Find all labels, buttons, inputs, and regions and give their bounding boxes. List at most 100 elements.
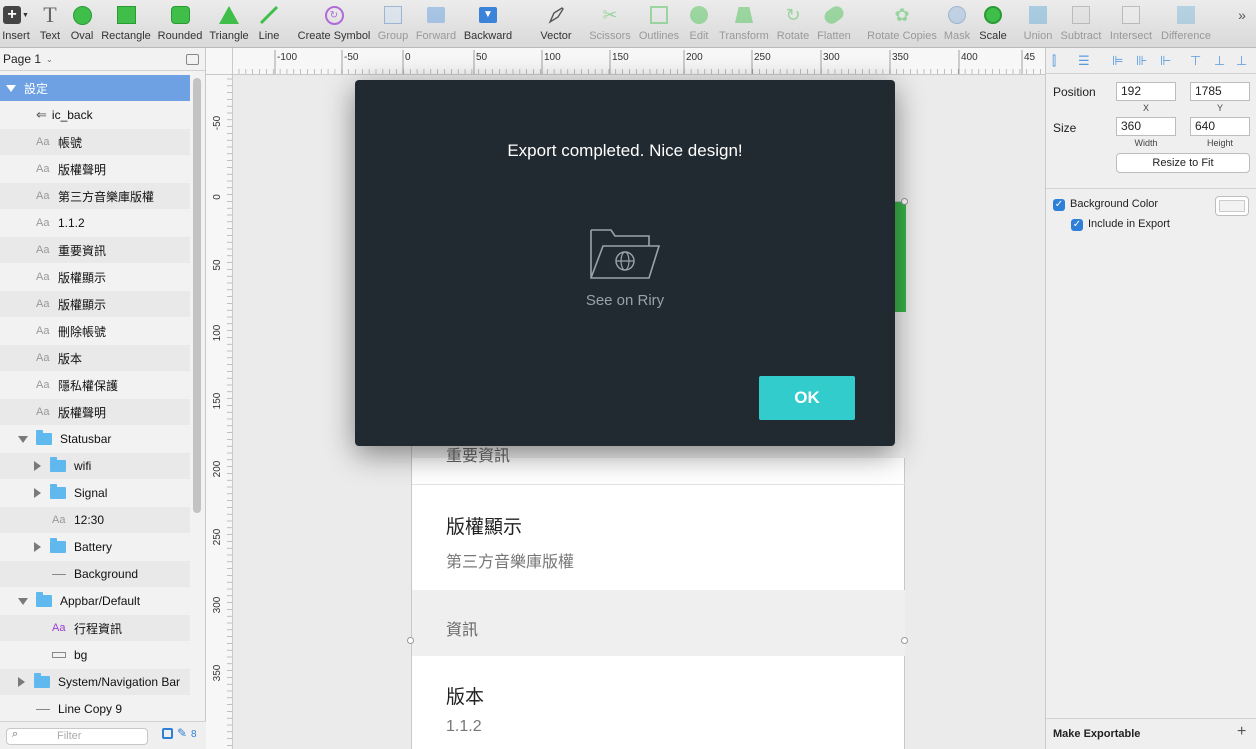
forward-tool[interactable]: Forward [415,0,457,48]
layer-row[interactable]: Aa 12:30 [0,507,190,533]
edited-icon[interactable]: ✎ [177,726,187,740]
flatten-icon [821,3,847,27]
layer-row[interactable]: Aa 版權顯示 [0,291,190,317]
vertical-ruler[interactable]: -50 0 50 100 150 200 250 300 350 [206,75,233,749]
x-input[interactable]: 192 [1116,82,1176,101]
align-bottom-icon[interactable]: ⊥ [1236,53,1247,69]
layer-row[interactable]: Signal [0,480,190,506]
layer-row[interactable]: Aa 重要資訊 [0,237,190,263]
symbols-icon[interactable] [162,728,173,739]
scissors-tool[interactable]: ✂ Scissors [588,0,632,48]
layer-row[interactable]: Aa 版權聲明 [0,156,190,182]
include-in-export-checkbox[interactable]: ✓ [1071,219,1083,231]
rounded-tool[interactable]: Rounded [158,0,202,48]
page-selector[interactable]: Page 1 ⌄ [0,48,205,71]
layer-row[interactable]: wifi [0,453,190,479]
ruler-corner [206,48,233,75]
align-left-icon[interactable]: ⫿ [1052,53,1056,69]
disclosure-icon[interactable] [18,677,25,687]
selection-handle[interactable] [901,198,908,205]
background-color-well[interactable] [1215,196,1249,216]
layer-row[interactable]: Aa 版權顯示 [0,264,190,290]
rotate-tool[interactable]: ↻ Rotate [775,0,811,48]
layers-scrollbar[interactable] [193,78,201,513]
layer-row[interactable]: Battery [0,534,190,560]
triangle-tool[interactable]: Triangle [209,0,249,48]
disclosure-icon[interactable] [34,461,41,471]
layer-row[interactable]: Aa 帳號 [0,129,190,155]
rotate-label: Rotate [776,30,810,42]
disclosure-icon[interactable] [34,488,41,498]
layer-label: 1.1.2 [58,216,85,230]
disclosure-icon[interactable] [18,597,28,605]
transform-tool[interactable]: Transform [718,0,770,48]
difference-tool[interactable]: Difference [1159,0,1213,48]
vector-tool[interactable]: Vector [538,0,574,48]
resize-to-fit-button[interactable]: Resize to Fit [1116,153,1250,173]
layer-row[interactable]: Aa 隱私權保護 [0,372,190,398]
rotate-copies-tool[interactable]: ✿ Rotate Copies [867,0,937,48]
selection-handle[interactable] [901,637,908,644]
add-export-icon[interactable]: + [1237,723,1246,741]
height-input[interactable]: 640 [1190,117,1250,136]
layer-row[interactable]: ⇐ ic_back [0,102,190,128]
flatten-tool[interactable]: Flatten [816,0,852,48]
align-right-icon[interactable]: ⊩ [1160,53,1171,69]
distribute-icon[interactable]: ☰ [1078,53,1090,69]
scale-tool[interactable]: Scale [977,0,1009,48]
union-tool[interactable]: Union [1021,0,1055,48]
layer-row[interactable]: System/Navigation Bar [0,669,190,695]
align-left-edge-icon[interactable]: ⊫ [1112,53,1123,69]
oval-tool[interactable]: Oval [68,0,96,48]
triangle-icon [219,6,239,24]
layer-row[interactable]: Aa 版權聲明 [0,399,190,425]
insert-tool[interactable]: + ▼ Insert [0,0,32,48]
layer-row[interactable]: Aa 行程資訊 [0,615,190,641]
backward-label: Backward [463,30,513,42]
more-tools-button[interactable]: » [1232,0,1252,48]
align-middle-icon[interactable]: ⊥ [1214,53,1225,69]
align-center-icon[interactable]: ⊪ [1136,53,1147,69]
layer-row[interactable]: Aa 1.1.2 [0,210,190,236]
intersect-tool[interactable]: Intersect [1108,0,1154,48]
disclosure-icon[interactable] [34,542,41,552]
row-subtitle: 1.1.2 [446,718,482,735]
outlines-tool[interactable]: Outlines [637,0,681,48]
page-list-icon[interactable] [186,54,199,65]
see-on-riry-link[interactable]: See on Riry [355,292,895,309]
selection-handle[interactable] [407,637,414,644]
filter-input[interactable]: Filter [6,728,148,745]
align-top-icon[interactable]: ⊤ [1190,53,1201,69]
layer-row[interactable]: Aa 版本 [0,345,190,371]
layer-row[interactable]: Line Copy 9 [0,696,190,722]
ok-button[interactable]: OK [759,376,855,420]
layer-row[interactable]: Aa 第三方音樂庫版權 [0,183,190,209]
disclosure-icon[interactable] [6,84,16,92]
make-exportable-label[interactable]: Make Exportable [1053,728,1140,740]
layer-row[interactable]: Background [0,561,190,587]
ruler-label: 150 [612,52,629,63]
rounded-rect-icon [170,6,190,24]
width-input[interactable]: 360 [1116,117,1176,136]
layer-row[interactable]: bg [0,642,190,668]
background-color-checkbox[interactable]: ✓ [1053,199,1065,211]
rotate-copies-label: Rotate Copies [867,30,937,42]
subtract-tool[interactable]: Subtract [1059,0,1103,48]
horizontal-ruler[interactable]: -100 -50 0 50 100 150 200 250 300 350 400 45 [233,48,1045,75]
create-symbol-tool[interactable]: ↻ Create Symbol [298,0,370,48]
text-tool[interactable]: T Text [38,0,62,48]
flatten-label: Flatten [817,30,851,42]
layer-row[interactable]: Statusbar [0,426,190,452]
rectangle-tool[interactable]: Rectangle [101,0,151,48]
edit-tool[interactable]: Edit [686,0,712,48]
layer-row[interactable]: 設定 [0,75,190,101]
line-tool[interactable]: Line [256,0,282,48]
mask-tool[interactable]: Mask [942,0,972,48]
layer-row[interactable]: Aa 刪除帳號 [0,318,190,344]
layer-label: 版權顯示 [58,297,107,312]
layer-row[interactable]: Appbar/Default [0,588,190,614]
backward-tool[interactable]: ▼ Backward [462,0,514,48]
disclosure-icon[interactable] [18,435,28,443]
y-input[interactable]: 1785 [1190,82,1250,101]
group-tool[interactable]: Group [377,0,409,48]
